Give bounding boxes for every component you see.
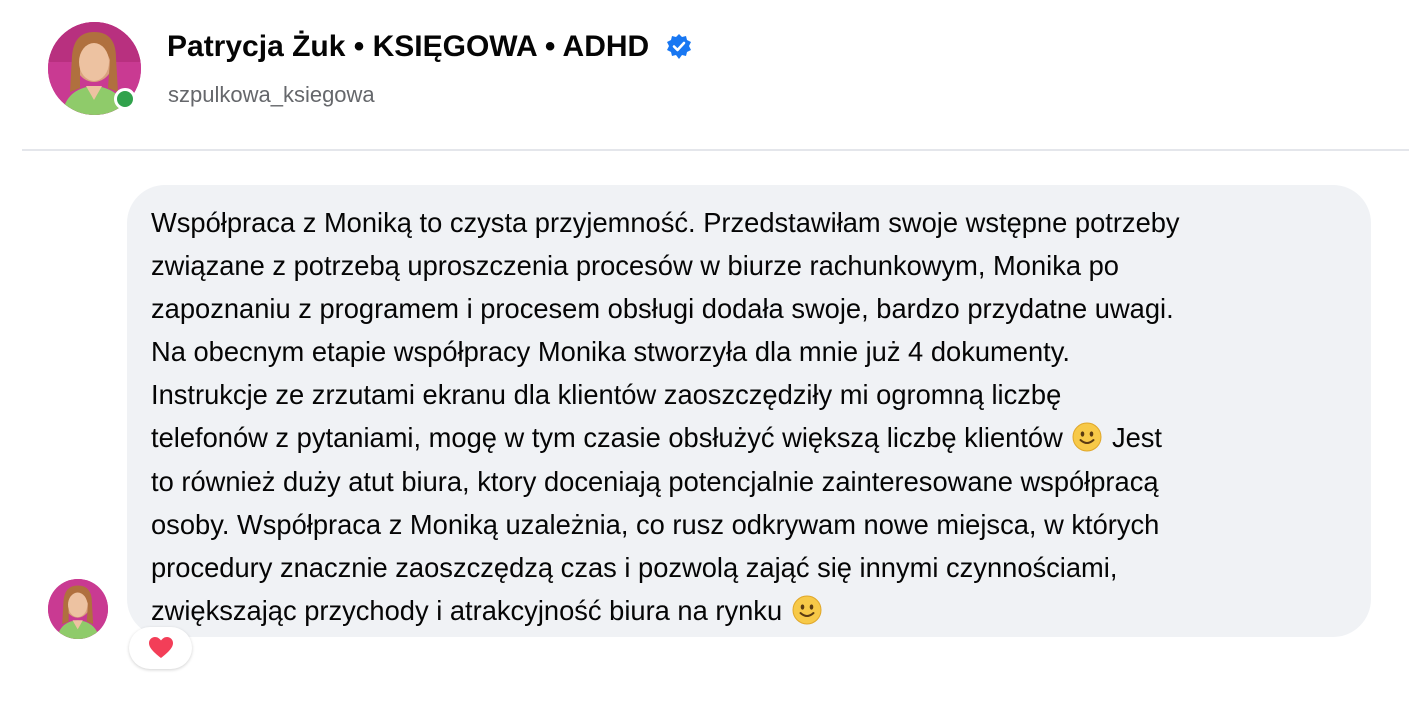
- slightly-smiling-face-icon: [1072, 421, 1102, 452]
- message-reaction[interactable]: [129, 627, 192, 669]
- online-status-dot: [114, 88, 136, 110]
- message-bubble[interactable]: Współpraca z Moniką to czysta przyjemnoś…: [127, 185, 1371, 637]
- header-divider: [22, 149, 1409, 151]
- profile-name[interactable]: Patrycja Żuk • KSIĘGOWA • ADHD: [167, 30, 649, 64]
- verified-badge-icon: [665, 33, 693, 61]
- profile-username: szpulkowa_ksiegowa: [168, 82, 375, 107]
- sender-avatar[interactable]: [48, 579, 108, 639]
- slightly-smiling-face-icon: [792, 594, 822, 625]
- heart-icon: [148, 637, 173, 658]
- message-text-part-1: Współpraca z Moniką to czysta przyjemnoś…: [151, 207, 1180, 454]
- message-header: Patrycja Żuk • KSIĘGOWA • ADHD szpulkowa…: [0, 0, 1409, 150]
- profile-name-row: Patrycja Żuk • KSIĘGOWA • ADHD: [167, 30, 693, 64]
- message-text: Współpraca z Moniką to czysta przyjemnoś…: [151, 201, 1347, 632]
